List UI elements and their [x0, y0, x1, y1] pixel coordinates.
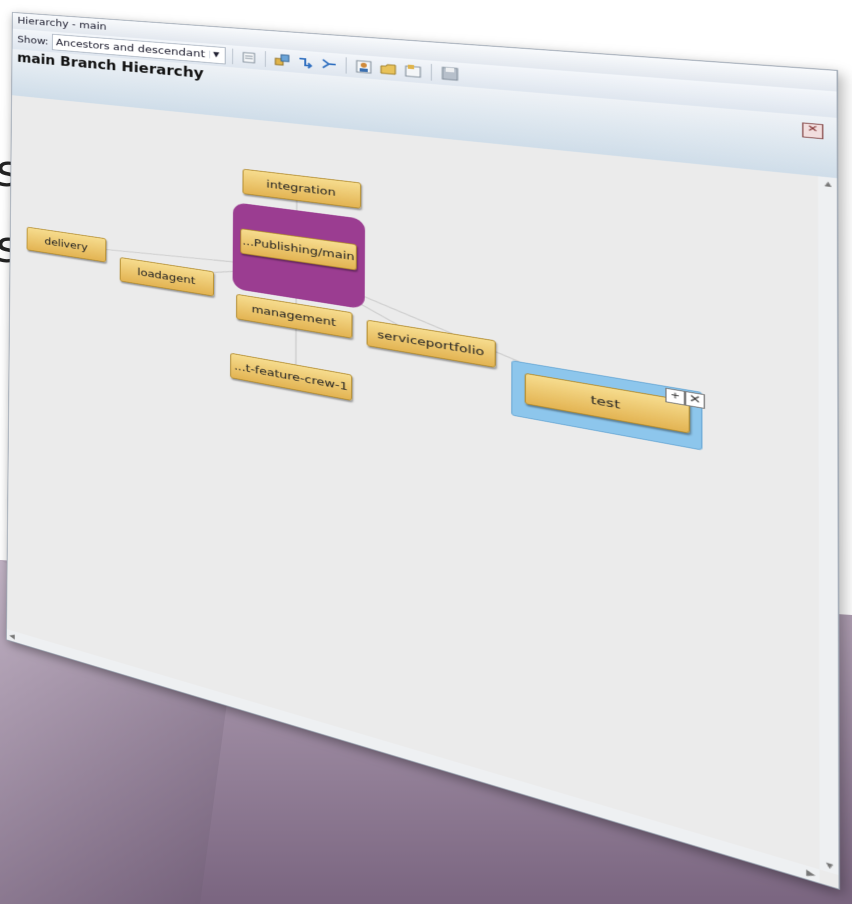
- toolbar-separator: [345, 57, 346, 73]
- merge-icon[interactable]: [295, 53, 315, 71]
- scroll-down-icon[interactable]: ▼: [824, 859, 836, 872]
- vertical-scrollbar[interactable]: ▲ ▼: [818, 176, 838, 875]
- window-frame: Hierarchy - main Show: Ancestors and des…: [6, 12, 840, 890]
- user-icon[interactable]: [353, 58, 373, 76]
- toolbar-separator: [265, 51, 266, 67]
- merge-to-icon[interactable]: [319, 55, 339, 73]
- hierarchy-window: Hierarchy - main Show: Ancestors and des…: [6, 12, 840, 890]
- layout-icon[interactable]: [239, 49, 258, 66]
- open-icon[interactable]: [378, 60, 399, 78]
- toolbar-separator: [430, 64, 431, 81]
- show-label: Show:: [17, 34, 48, 47]
- chevron-down-icon: ▼: [209, 51, 223, 60]
- branch-properties-icon[interactable]: [272, 52, 291, 69]
- toolbar-separator: [232, 49, 233, 65]
- close-icon[interactable]: ✕: [802, 122, 823, 139]
- scroll-right-icon[interactable]: ▶: [806, 867, 815, 880]
- scroll-left-icon[interactable]: ◀: [9, 631, 15, 641]
- properties-icon[interactable]: [402, 62, 423, 80]
- scroll-up-icon[interactable]: ▲: [822, 179, 834, 190]
- save-icon[interactable]: [439, 65, 460, 83]
